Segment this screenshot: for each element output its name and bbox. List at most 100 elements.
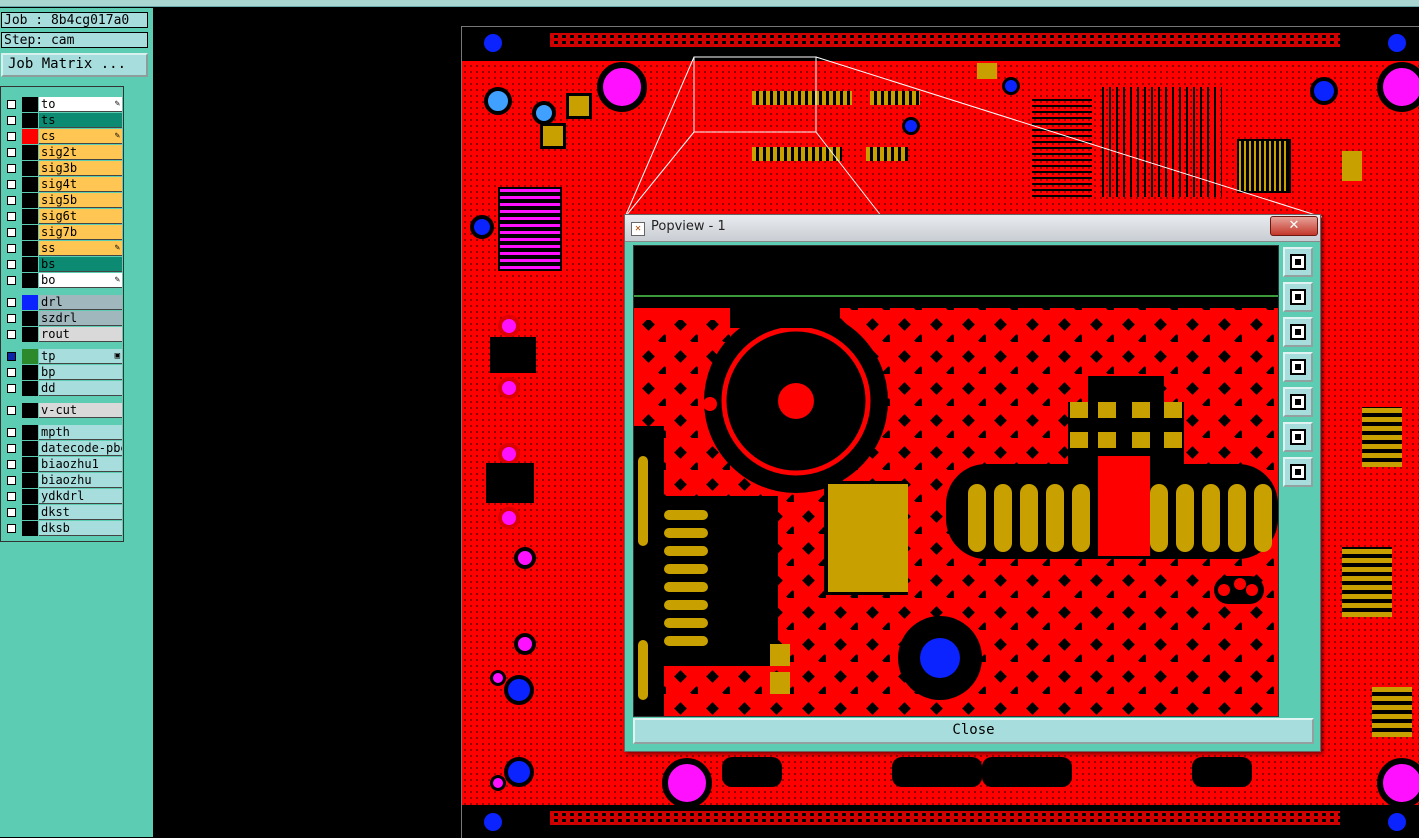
zoom-fit-icon[interactable]: [1283, 422, 1313, 452]
layer-name[interactable]: ss ✎: [39, 241, 122, 256]
layer-name[interactable]: szdrl: [39, 311, 122, 326]
layer-row-sig2t[interactable]: sig2t: [4, 145, 122, 160]
layer-checkbox[interactable]: [7, 132, 16, 141]
layer-color-swatch[interactable]: [22, 365, 38, 380]
layer-color-swatch[interactable]: [22, 505, 38, 520]
layer-color-swatch[interactable]: [22, 257, 38, 272]
layer-row-sig4t[interactable]: sig4t: [4, 177, 122, 192]
layer-color-swatch[interactable]: [22, 489, 38, 504]
pan-up-icon[interactable]: [1283, 282, 1313, 312]
layer-color-swatch[interactable]: [22, 177, 38, 192]
pan-right-icon[interactable]: [1283, 387, 1313, 417]
popview-titlebar[interactable]: ✕ Popview - 1 ✕: [625, 215, 1320, 242]
layer-checkbox[interactable]: [7, 196, 16, 205]
layer-name[interactable]: rout: [39, 327, 122, 342]
layer-name[interactable]: sig3b: [39, 161, 122, 176]
layer-row-bp[interactable]: bp: [4, 365, 122, 380]
layer-name[interactable]: sig5b: [39, 193, 122, 208]
layer-name[interactable]: to ✎: [39, 97, 122, 112]
layer-row-cs[interactable]: cs ✎: [4, 129, 122, 144]
layer-row-ts[interactable]: ts: [4, 113, 122, 128]
layer-checkbox[interactable]: [7, 148, 16, 157]
layer-checkbox[interactable]: [7, 100, 16, 109]
layer-checkbox[interactable]: [7, 444, 16, 453]
layer-checkbox[interactable]: [7, 260, 16, 269]
layer-checkbox[interactable]: [7, 492, 16, 501]
layer-color-swatch[interactable]: [22, 381, 38, 396]
layer-checkbox[interactable]: [7, 164, 16, 173]
layer-color-swatch[interactable]: [22, 129, 38, 144]
layer-color-swatch[interactable]: [22, 441, 38, 456]
layer-color-swatch[interactable]: [22, 273, 38, 288]
layer-checkbox[interactable]: [7, 212, 16, 221]
layer-name[interactable]: v-cut: [39, 403, 122, 418]
layer-color-swatch[interactable]: [22, 113, 38, 128]
popview-close-button[interactable]: Close: [633, 718, 1314, 744]
layer-name[interactable]: cs ✎: [39, 129, 122, 144]
layer-checkbox[interactable]: [7, 508, 16, 517]
job-matrix-button[interactable]: Job Matrix ...: [1, 53, 148, 77]
layer-row-dksb[interactable]: dksb: [4, 521, 122, 536]
layer-name[interactable]: sig6t: [39, 209, 122, 224]
layer-row-rout[interactable]: rout: [4, 327, 122, 342]
layer-checkbox[interactable]: [7, 314, 16, 323]
layer-name[interactable]: dksb: [39, 521, 122, 536]
popview-zoom-area[interactable]: [633, 245, 1279, 717]
layer-name[interactable]: sig2t: [39, 145, 122, 160]
layer-row-sig7b[interactable]: sig7b: [4, 225, 122, 240]
layer-row-sig5b[interactable]: sig5b: [4, 193, 122, 208]
zoom-center-icon[interactable]: [1283, 457, 1313, 487]
layer-name[interactable]: biaozhu: [39, 473, 122, 488]
layer-row-bo[interactable]: bo ✎: [4, 273, 122, 288]
layer-name[interactable]: ydkdrl: [39, 489, 122, 504]
layer-row-dkst[interactable]: dkst: [4, 505, 122, 520]
layer-row-sig3b[interactable]: sig3b: [4, 161, 122, 176]
layer-name[interactable]: dd: [39, 381, 122, 396]
layer-row-biaozhu[interactable]: biaozhu: [4, 473, 122, 488]
layer-color-swatch[interactable]: [22, 295, 38, 310]
layer-name[interactable]: bs: [39, 257, 122, 272]
layer-color-swatch[interactable]: [22, 425, 38, 440]
layer-color-swatch[interactable]: [22, 241, 38, 256]
layer-checkbox[interactable]: [7, 180, 16, 189]
layer-row-szdrl[interactable]: szdrl: [4, 311, 122, 326]
layer-checkbox[interactable]: [7, 476, 16, 485]
window-close-button[interactable]: ✕: [1270, 216, 1318, 236]
layer-checkbox[interactable]: [7, 384, 16, 393]
layer-row-bs[interactable]: bs: [4, 257, 122, 272]
layer-row-v-cut[interactable]: v-cut: [4, 403, 122, 418]
layer-checkbox[interactable]: [7, 460, 16, 469]
layer-name[interactable]: mpth: [39, 425, 122, 440]
layer-color-swatch[interactable]: [22, 145, 38, 160]
layer-name[interactable]: bo ✎: [39, 273, 122, 288]
graphic-area-left[interactable]: [151, 8, 462, 837]
layer-name[interactable]: tp ▣: [39, 349, 122, 364]
layer-checkbox[interactable]: [7, 228, 16, 237]
pan-down-icon[interactable]: [1283, 317, 1313, 347]
layer-checkbox[interactable]: [7, 276, 16, 285]
layer-checkbox[interactable]: [7, 524, 16, 533]
zoom-window-icon[interactable]: [1283, 247, 1313, 277]
layer-row-drl[interactable]: drl: [4, 295, 122, 310]
layer-checkbox[interactable]: [7, 116, 16, 125]
layer-name[interactable]: sig7b: [39, 225, 122, 240]
layer-row-to[interactable]: to ✎: [4, 97, 122, 112]
layer-name[interactable]: dkst: [39, 505, 122, 520]
layer-color-swatch[interactable]: [22, 193, 38, 208]
layer-color-swatch[interactable]: [22, 97, 38, 112]
layer-row-ydkdrl[interactable]: ydkdrl: [4, 489, 122, 504]
layer-row-datecode-pbe[interactable]: datecode-pbe: [4, 441, 122, 456]
layer-checkbox[interactable]: [7, 428, 16, 437]
layer-row-dd[interactable]: dd: [4, 381, 122, 396]
layer-color-swatch[interactable]: [22, 349, 38, 364]
layer-color-swatch[interactable]: [22, 327, 38, 342]
layer-row-ss[interactable]: ss ✎: [4, 241, 122, 256]
layer-row-biaozhu1[interactable]: biaozhu1: [4, 457, 122, 472]
layer-color-swatch[interactable]: [22, 521, 38, 536]
layer-name[interactable]: biaozhu1: [39, 457, 122, 472]
layer-checkbox[interactable]: [7, 352, 16, 361]
layer-row-mpth[interactable]: mpth: [4, 425, 122, 440]
layer-name[interactable]: datecode-pbe: [39, 441, 122, 456]
layer-row-tp[interactable]: tp ▣: [4, 349, 122, 364]
layer-checkbox[interactable]: [7, 298, 16, 307]
